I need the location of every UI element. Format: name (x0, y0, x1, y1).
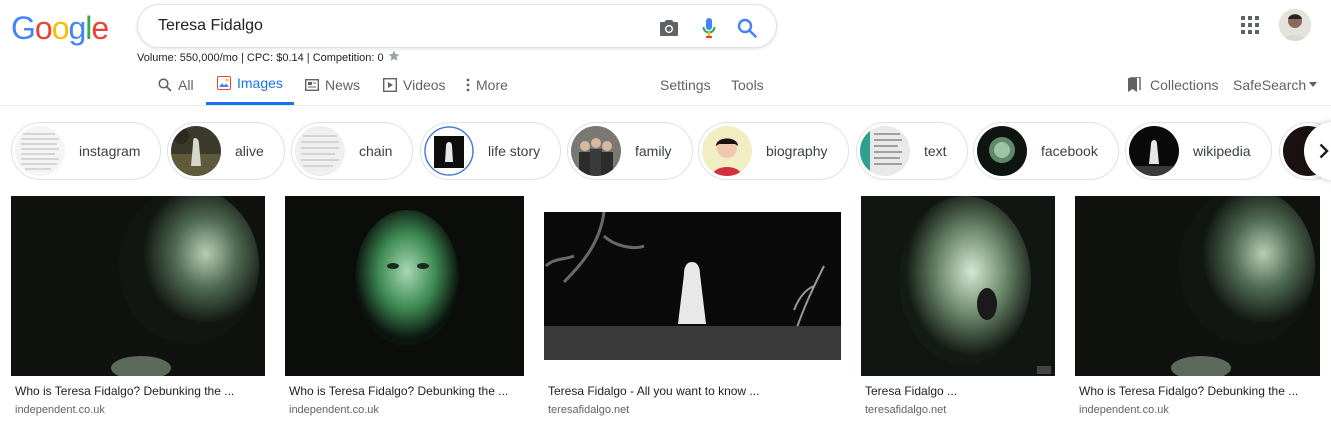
chip-chain[interactable]: chain (291, 122, 414, 180)
chip-thumbnail (977, 126, 1027, 176)
result-thumbnail[interactable] (861, 196, 1055, 376)
logo-letter: o (51, 10, 70, 46)
result-title[interactable]: Who is Teresa Fidalgo? Debunking the ... (1079, 384, 1298, 398)
search-icon (158, 77, 172, 92)
tab-label: All (178, 76, 194, 93)
apps-grid-icon[interactable] (1241, 16, 1259, 34)
chip-label: instagram (79, 143, 141, 159)
chip-facebook[interactable]: facebook (973, 122, 1119, 180)
image-icon (217, 76, 231, 90)
tab-more[interactable]: More (466, 64, 508, 105)
chip-thumbnail (171, 126, 221, 176)
logo-letter: G (11, 10, 36, 46)
logo-letter: g (68, 10, 86, 46)
result-source: independent.co.uk (15, 404, 105, 416)
chip-label: text (924, 143, 947, 159)
image-result[interactable]: Who is Teresa Fidalgo? Debunking the ...… (1075, 196, 1320, 416)
chip-life-story[interactable]: life story (420, 122, 562, 180)
google-logo[interactable]: Google (11, 10, 109, 47)
search-icon[interactable] (736, 17, 758, 39)
chip-label: wikipedia (1193, 143, 1251, 159)
chip-biography[interactable]: biography (698, 122, 849, 180)
tab-label: More (476, 76, 508, 93)
chip-thumbnail (424, 126, 474, 176)
chip-thumbnail (295, 126, 345, 176)
tab-all[interactable]: All (158, 64, 194, 105)
chip-label: biography (766, 143, 828, 159)
chip-thumbnail (15, 126, 65, 176)
bookmark-icon (1128, 76, 1141, 92)
tab-label: Images (237, 75, 283, 91)
tab-videos[interactable]: Videos (383, 64, 446, 105)
result-title[interactable]: Teresa Fidalgo - All you want to know ..… (548, 384, 759, 398)
result-source: independent.co.uk (1079, 404, 1169, 416)
news-icon (305, 78, 319, 91)
result-source: teresafidalgo.net (548, 404, 630, 416)
search-input[interactable] (158, 5, 638, 47)
chip-label: family (635, 143, 672, 159)
chip-family[interactable]: family (567, 122, 693, 180)
related-searches: instagram alive chain life story family … (0, 122, 1331, 180)
chip-thumbnail (1129, 126, 1179, 176)
result-thumbnail[interactable] (1075, 196, 1320, 376)
settings-label: Settings (660, 76, 711, 93)
camera-icon[interactable] (658, 17, 680, 39)
chip-thumbnail (571, 126, 621, 176)
search-tabs: All Images News Videos More Settings Too… (0, 64, 1331, 106)
avatar[interactable] (1279, 9, 1311, 41)
caret-down-icon (1309, 82, 1318, 87)
image-result[interactable]: Who is Teresa Fidalgo? Debunking the ...… (11, 196, 265, 416)
tab-label: Videos (403, 76, 446, 93)
image-result[interactable]: Who is Teresa Fidalgo? Debunking the ...… (285, 196, 524, 416)
chip-wikipedia[interactable]: wikipedia (1125, 122, 1272, 180)
chip-label: alive (235, 143, 264, 159)
more-vert-icon (466, 78, 470, 91)
result-thumbnail[interactable] (285, 196, 524, 376)
safesearch-dropdown[interactable]: SafeSearch (1233, 64, 1318, 105)
keyword-stats-text: Volume: 550,000/mo | CPC: $0.14 | Compet… (137, 51, 384, 64)
logo-letter: e (91, 10, 109, 46)
settings-link[interactable]: Settings (660, 64, 711, 105)
tab-news[interactable]: News (305, 64, 360, 105)
search-box (137, 4, 777, 48)
chip-alive[interactable]: alive (167, 122, 285, 180)
result-title[interactable]: Who is Teresa Fidalgo? Debunking the ... (289, 384, 508, 398)
microphone-icon[interactable] (698, 17, 720, 39)
chip-thumbnail (702, 126, 752, 176)
safesearch-label: SafeSearch (1233, 76, 1307, 93)
image-result[interactable]: Teresa Fidalgo - All you want to know ..… (544, 196, 841, 416)
result-title[interactable]: Teresa Fidalgo ... (865, 384, 957, 398)
result-source: independent.co.uk (289, 404, 379, 416)
tab-images[interactable]: Images (206, 64, 294, 105)
tab-label: News (325, 76, 361, 93)
tools-link[interactable]: Tools (731, 64, 764, 105)
chip-instagram[interactable]: instagram (11, 122, 162, 180)
tools-label: Tools (731, 76, 764, 93)
chip-label: life story (488, 143, 541, 159)
result-thumbnail[interactable] (544, 196, 841, 376)
chip-label: facebook (1041, 143, 1098, 159)
star-icon[interactable] (388, 50, 400, 65)
image-result[interactable]: Teresa Fidalgo ... teresafidalgo.net (861, 196, 1055, 416)
result-title[interactable]: Who is Teresa Fidalgo? Debunking the ... (15, 384, 234, 398)
chevron-right-icon (1319, 143, 1329, 159)
logo-letter: o (34, 10, 53, 46)
chip-label: chain (359, 143, 393, 159)
collections-link[interactable]: Collections (1127, 64, 1218, 105)
result-thumbnail[interactable] (11, 196, 265, 376)
collections-label: Collections (1150, 76, 1219, 93)
keyword-stats: Volume: 550,000/mo | CPC: $0.14 | Compet… (137, 50, 400, 65)
chip-thumbnail (860, 126, 910, 176)
result-source: teresafidalgo.net (865, 404, 947, 416)
play-icon (383, 77, 397, 92)
chip-text[interactable]: text (856, 122, 968, 180)
